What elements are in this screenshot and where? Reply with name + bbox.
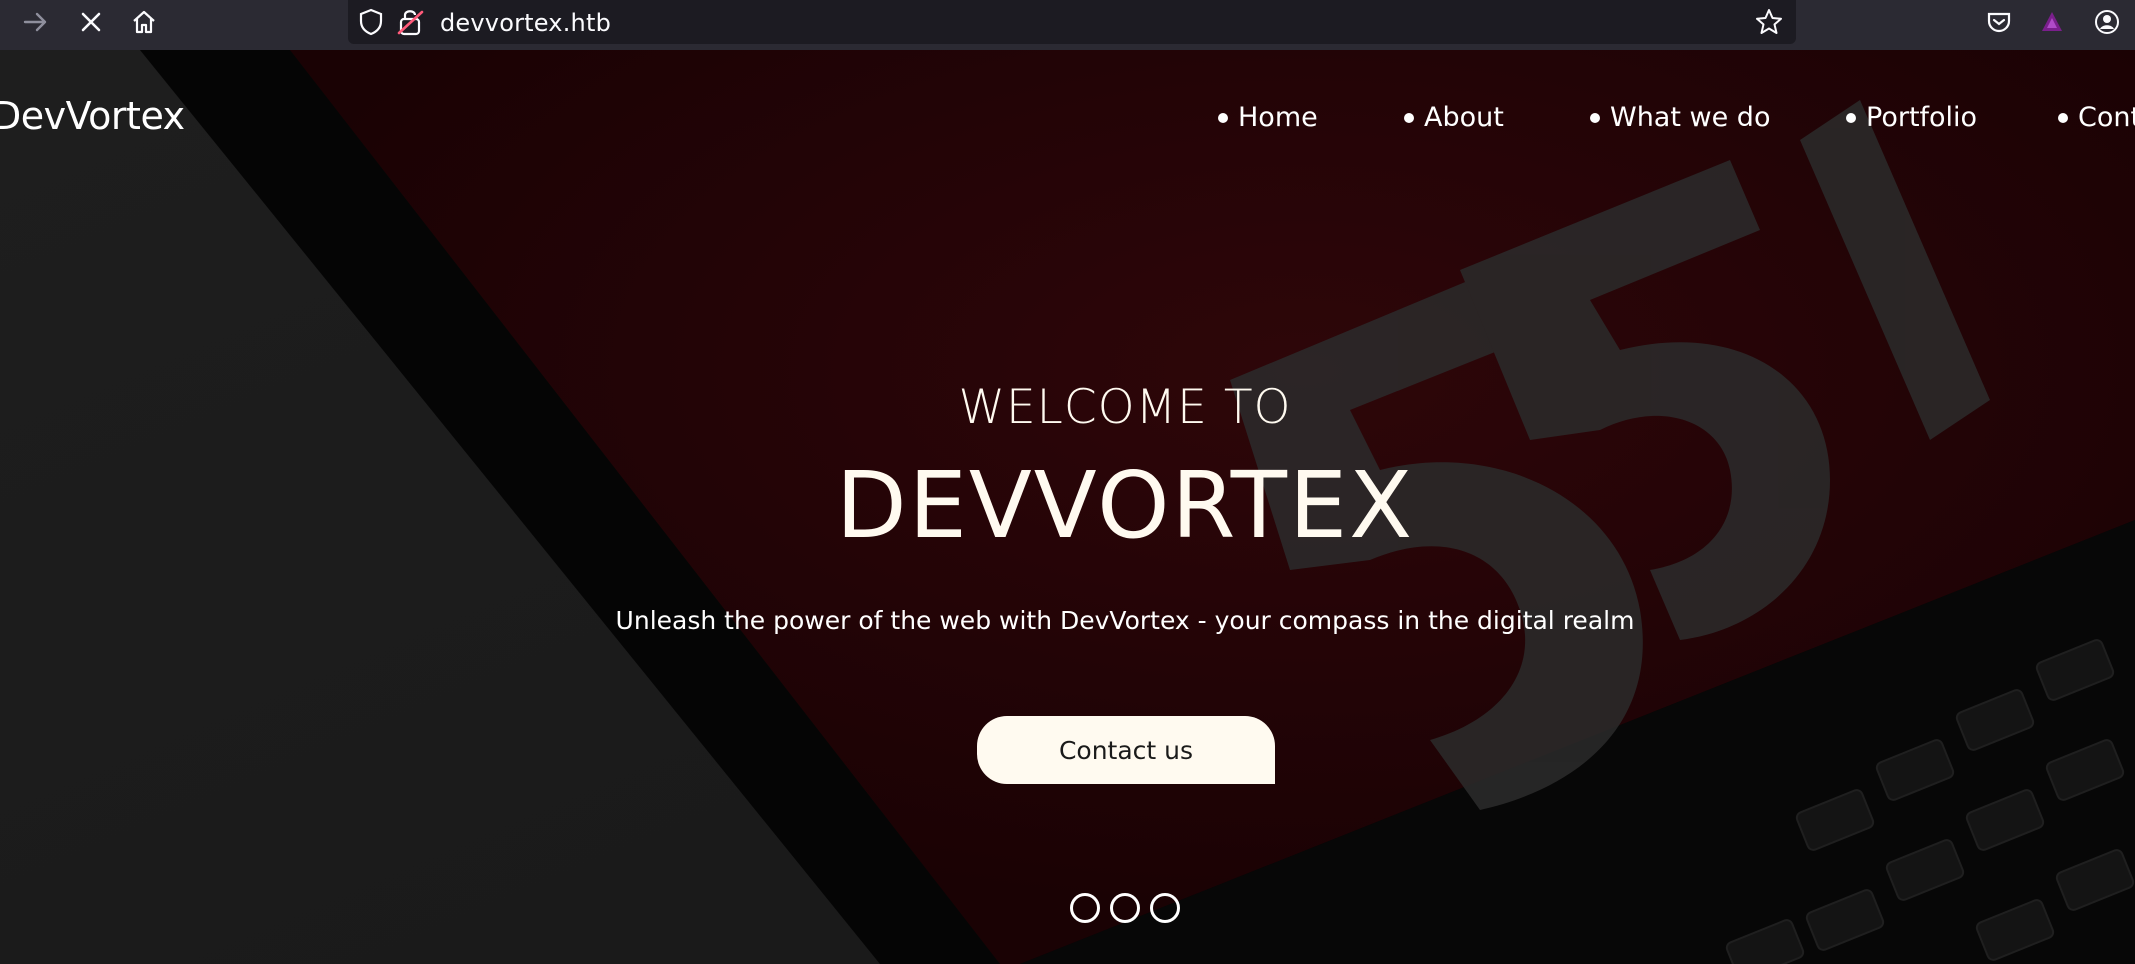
carousel-indicators	[1070, 893, 1180, 925]
home-icon[interactable]	[122, 0, 166, 44]
nav-item-label: Portfolio	[1866, 102, 1978, 133]
forward-arrow-icon[interactable]	[14, 0, 58, 44]
nav-item-label: About	[1424, 102, 1504, 133]
shield-icon[interactable]	[358, 8, 384, 40]
main-nav: Home About What we do Portfolio Cont	[0, 102, 2135, 142]
hero-tagline: Unleash the power of the web with DevVor…	[615, 606, 1635, 635]
hero-title: DEVVORTEX	[835, 452, 1415, 559]
account-icon[interactable]	[2085, 0, 2129, 44]
extension-icon[interactable]	[2030, 0, 2074, 44]
insecure-lock-icon[interactable]	[396, 6, 426, 42]
bullet-icon	[1846, 112, 1856, 123]
carousel-indicator[interactable]	[1150, 893, 1180, 923]
bullet-icon	[1590, 112, 1600, 123]
carousel-indicator[interactable]	[1110, 893, 1140, 923]
nav-item-contact[interactable]: Cont	[2058, 102, 2135, 133]
nav-item-label: Cont	[2078, 102, 2135, 133]
web-page: DevVortex Home About What we do Portfoli…	[0, 50, 2135, 964]
hero-subtitle: WELCOME TO	[958, 380, 1292, 435]
nav-item-label: Home	[1238, 102, 1318, 133]
url-bar[interactable]: devvortex.htb	[348, 0, 1796, 44]
bullet-icon	[1404, 112, 1414, 123]
nav-item-portfolio[interactable]: Portfolio	[1846, 102, 1977, 133]
pocket-icon[interactable]	[1977, 0, 2021, 44]
contact-us-button[interactable]: Contact us	[977, 716, 1275, 784]
url-text[interactable]: devvortex.htb	[440, 9, 611, 37]
carousel-indicator[interactable]	[1070, 893, 1100, 923]
bullet-icon	[2058, 112, 2068, 123]
nav-item-what-we-do[interactable]: What we do	[1590, 102, 1770, 133]
nav-item-home[interactable]: Home	[1218, 102, 1318, 133]
bullet-icon	[1218, 112, 1228, 123]
browser-toolbar: devvortex.htb	[0, 0, 2135, 50]
nav-item-about[interactable]: About	[1404, 102, 1504, 133]
bookmark-star-icon[interactable]	[1754, 7, 1784, 41]
nav-item-label: What we do	[1610, 102, 1771, 133]
stop-icon[interactable]	[69, 0, 113, 44]
